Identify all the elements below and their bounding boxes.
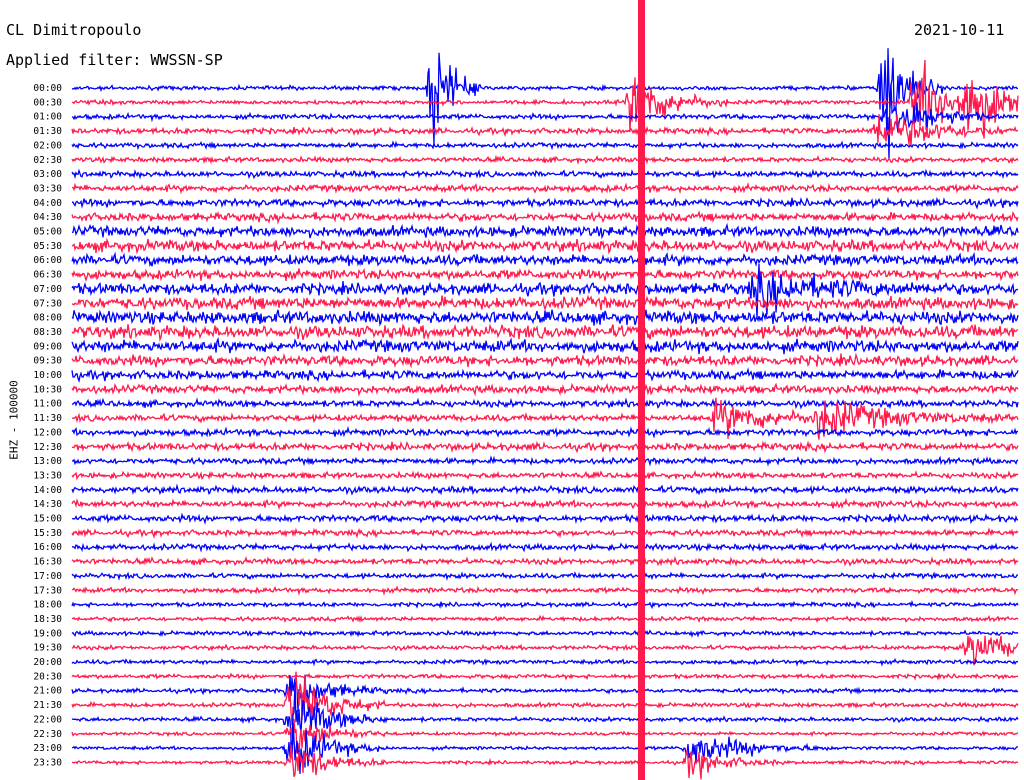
trace-line (71, 251, 1019, 268)
trace-line (71, 425, 1019, 439)
trace-line (71, 59, 1019, 139)
trace-line (71, 336, 1019, 355)
trace-line (71, 527, 1019, 540)
trace-line (71, 196, 1019, 210)
time-label: 15:00 (33, 514, 62, 525)
trace-line (71, 571, 1019, 582)
trace-line (71, 222, 1019, 240)
time-label: 07:30 (33, 298, 62, 309)
time-label: 23:30 (33, 757, 62, 768)
time-label: 14:30 (33, 499, 62, 510)
time-label: 00:00 (33, 83, 62, 94)
time-label: 08:30 (33, 327, 62, 338)
trace-line (71, 599, 1019, 610)
spike-column (638, 0, 645, 780)
trace-line (71, 555, 1019, 567)
time-label: 12:30 (33, 442, 62, 453)
time-label: 16:00 (33, 542, 62, 553)
time-label: 15:30 (33, 528, 62, 539)
time-label: 02:30 (33, 155, 62, 166)
helicorder-chart: 00:00 00:30 01:00 01:30 02:00 02:30 03:00 03:30… (33, 0, 1019, 780)
time-label: 07:00 (33, 284, 62, 295)
time-label: 18:00 (33, 600, 62, 611)
time-label: 22:30 (33, 729, 62, 740)
trace-line (71, 512, 1018, 525)
trace-line (71, 114, 1018, 147)
time-label: 04:30 (33, 212, 62, 223)
time-axis: 00:00 00:30 01:00 01:30 02:00 02:30 03:00 03:30… (33, 83, 62, 768)
trace-line (71, 744, 1019, 780)
time-label: 13:30 (33, 470, 62, 481)
trace-line (71, 483, 1019, 496)
time-label: 18:30 (33, 614, 62, 625)
trace-line (71, 154, 1019, 165)
time-label: 21:00 (33, 686, 62, 697)
trace-line (71, 323, 1019, 342)
time-label: 13:00 (33, 456, 62, 467)
trace-line (71, 397, 1019, 410)
time-label: 19:00 (33, 628, 62, 639)
time-label: 09:30 (33, 356, 62, 367)
trace-line (71, 541, 1019, 553)
trace-line (71, 237, 1019, 255)
trace-line (71, 497, 1019, 511)
trace-line (71, 440, 1019, 454)
trace-line (71, 294, 1019, 312)
time-label: 05:00 (33, 227, 62, 238)
trace-line (71, 614, 1019, 624)
time-label: 22:00 (33, 714, 62, 725)
trace-line (71, 672, 1019, 681)
time-label: 23:00 (33, 743, 62, 754)
time-label: 16:30 (33, 557, 62, 568)
trace-line (71, 455, 1019, 467)
time-label: 11:00 (33, 399, 62, 410)
trace-line (71, 210, 1019, 225)
time-label: 19:30 (33, 643, 62, 654)
time-label: 00:30 (33, 97, 62, 108)
time-label: 01:00 (33, 112, 62, 123)
time-label: 21:30 (33, 700, 62, 711)
trace-line (71, 657, 1019, 667)
trace-line (71, 352, 1019, 369)
trace-line (71, 723, 1018, 774)
trace-line (71, 140, 1019, 151)
trace-group (71, 0, 1019, 780)
time-label: 01:30 (33, 126, 62, 137)
time-label: 10:30 (33, 384, 62, 395)
trace-line (71, 309, 1019, 327)
time-label: 10:00 (33, 370, 62, 381)
time-label: 03:00 (33, 169, 62, 180)
time-label: 08:00 (33, 313, 62, 324)
time-label: 09:00 (33, 341, 62, 352)
time-label: 17:00 (33, 571, 62, 582)
time-label: 12:00 (33, 427, 62, 438)
time-label: 14:00 (33, 485, 62, 496)
trace-line (71, 671, 1019, 726)
trace-line (71, 469, 1019, 481)
time-label: 17:30 (33, 585, 62, 596)
time-label: 20:00 (33, 657, 62, 668)
time-label: 03:30 (33, 183, 62, 194)
trace-line (71, 382, 1019, 397)
trace-line (71, 367, 1019, 384)
trace-line (71, 585, 1019, 596)
time-label: 20:30 (33, 671, 62, 682)
trace-line (71, 83, 1019, 160)
trace-line (71, 181, 1019, 195)
time-label: 06:00 (33, 255, 62, 266)
time-label: 06:30 (33, 270, 62, 281)
trace-line (71, 718, 1019, 758)
trace-line (71, 628, 1019, 638)
time-label: 11:30 (33, 413, 62, 424)
time-label: 02:00 (33, 140, 62, 151)
time-label: 05:30 (33, 241, 62, 252)
trace-line (71, 267, 1019, 283)
trace-line (71, 168, 1019, 180)
time-label: 04:00 (33, 198, 62, 209)
